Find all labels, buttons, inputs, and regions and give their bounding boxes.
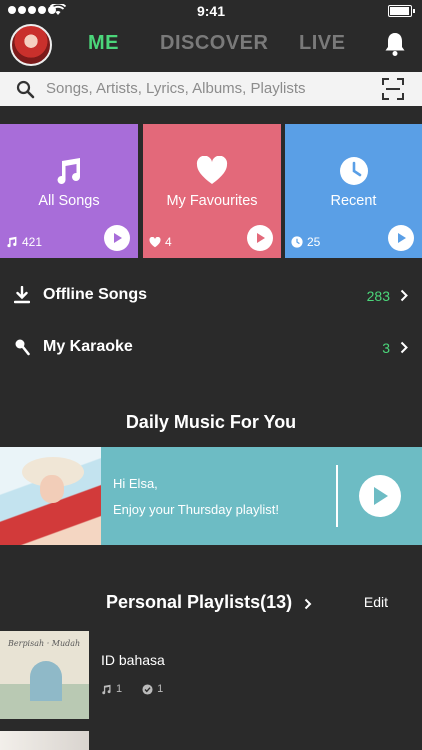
daily-greeting: Hi Elsa,	[113, 476, 158, 491]
playlists-title[interactable]: Personal Playlists(13)	[106, 592, 292, 613]
play-icon	[374, 487, 388, 505]
list-item-my-karaoke[interactable]: My Karaoke 3	[0, 322, 422, 374]
search-icon	[16, 80, 35, 99]
daily-subtitle: Enjoy your Thursday playlist!	[113, 502, 279, 517]
card-count-value: 421	[22, 235, 43, 249]
card-recent[interactable]: Recent 25	[285, 124, 422, 258]
card-title: Recent	[330, 193, 377, 209]
clock-icon	[339, 157, 368, 185]
download-icon	[14, 286, 30, 304]
play-button[interactable]	[247, 225, 273, 251]
chevron-right-icon	[400, 289, 408, 302]
list-item-count: 283	[366, 288, 390, 304]
bell-icon[interactable]	[384, 31, 406, 57]
cover-artwork-text: Berpisah · Mudah	[8, 639, 81, 648]
play-icon	[114, 233, 122, 243]
playlists-header: Personal Playlists(13) Edit	[0, 590, 422, 618]
card-count-value: 4	[165, 235, 172, 249]
avatar[interactable]	[10, 24, 52, 66]
daily-play-button[interactable]	[359, 475, 401, 517]
card-title: My Favourites	[166, 193, 258, 209]
play-icon	[398, 233, 406, 243]
chevron-right-icon[interactable]	[304, 598, 312, 610]
playlist-item-partial[interactable]	[0, 731, 89, 750]
chevron-right-icon	[400, 341, 408, 354]
card-all-songs[interactable]: All Songs 421	[0, 124, 138, 258]
playlist-song-count: 1	[116, 683, 123, 695]
music-note-icon	[7, 236, 17, 248]
list-item-label: Offline Songs	[43, 286, 147, 303]
play-button[interactable]	[104, 225, 130, 251]
card-count: 421	[6, 235, 42, 249]
heart-icon	[149, 236, 161, 247]
search-bar[interactable]: Songs, Artists, Lyrics, Albums, Playlist…	[0, 72, 422, 106]
check-circle-icon	[142, 683, 153, 695]
card-count: 4	[149, 235, 172, 249]
daily-music-banner[interactable]: Hi Elsa, Enjoy your Thursday playlist!	[0, 447, 422, 545]
card-my-favourites[interactable]: My Favourites 4	[143, 124, 281, 258]
status-time: 9:41	[196, 3, 226, 19]
music-note-icon	[102, 684, 111, 694]
card-count: 25	[291, 235, 320, 249]
search-input[interactable]: Songs, Artists, Lyrics, Albums, Playlist…	[46, 72, 306, 106]
battery-icon	[388, 5, 415, 17]
list-item-label: My Karaoke	[43, 338, 133, 355]
divider	[336, 465, 338, 527]
playlist-item[interactable]: Berpisah · Mudah ID bahasa 1 1	[0, 631, 422, 719]
playlist-cover: Berpisah · Mudah	[0, 631, 89, 719]
tab-me[interactable]: ME	[88, 32, 119, 55]
clock-icon	[291, 236, 303, 248]
heart-icon	[196, 156, 228, 184]
card-count-value: 25	[307, 235, 321, 249]
edit-button[interactable]: Edit	[364, 594, 388, 610]
section-title-daily-music: Daily Music For You	[125, 412, 297, 432]
music-note-icon	[57, 158, 80, 184]
play-icon	[257, 233, 265, 243]
playlist-download-count: 1	[157, 683, 164, 695]
daily-music-photo	[0, 447, 101, 545]
tab-discover[interactable]: DISCOVER	[160, 32, 268, 55]
top-navigation: ME DISCOVER LIVE	[0, 22, 422, 66]
list-item-offline-songs[interactable]: Offline Songs 283	[0, 270, 422, 322]
playlist-name: ID bahasa	[101, 652, 165, 668]
microphone-icon	[15, 339, 30, 356]
play-button[interactable]	[388, 225, 414, 251]
quick-cards: All Songs 421 My Favourites 4 Recent 25	[0, 124, 422, 258]
card-title: All Songs	[38, 193, 100, 209]
playlist-meta: 1 1	[101, 683, 163, 695]
scan-icon[interactable]	[382, 78, 404, 100]
tab-live[interactable]: LIVE	[299, 32, 345, 55]
status-bar: 9:41	[0, 0, 422, 22]
list-item-count: 3	[382, 340, 390, 356]
